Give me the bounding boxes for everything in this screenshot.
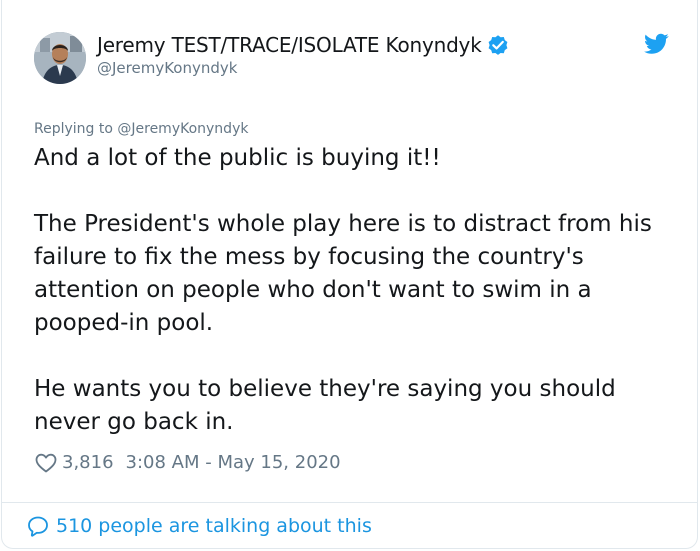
embedded-tweet-card: Jeremy TEST/TRACE/ISOLATE Konyndyk @Jere… — [1, 0, 698, 549]
tweet-meta-row: 3,816 3:08 AM - May 15, 2020 — [34, 450, 341, 476]
divider — [2, 502, 697, 503]
author-name-row[interactable]: Jeremy TEST/TRACE/ISOLATE Konyndyk — [97, 32, 510, 58]
replying-to-text[interactable]: Replying to @JeremyKonyndyk — [34, 119, 248, 139]
profile-photo-icon — [34, 32, 86, 84]
like-count[interactable]: 3,816 — [62, 450, 114, 476]
tweet-timestamp[interactable]: 3:08 AM - May 15, 2020 — [126, 450, 341, 476]
twitter-bird-icon[interactable] — [644, 33, 669, 55]
talking-about-text[interactable]: 510 people are talking about this — [56, 513, 372, 539]
display-name[interactable]: Jeremy TEST/TRACE/ISOLATE Konyndyk — [97, 32, 482, 58]
tweet-paragraph: The President's whole play here is to di… — [34, 211, 652, 336]
author-handle[interactable]: @JeremyKonyndyk — [97, 58, 237, 78]
tweet-paragraph: And a lot of the public is buying it!! — [34, 145, 441, 171]
tweet-paragraph: He wants you to believe they're saying y… — [34, 376, 616, 435]
verified-badge-icon — [488, 35, 507, 55]
speech-bubble-icon — [28, 516, 48, 537]
tweet-text: And a lot of the public is buying it!! T… — [34, 142, 674, 439]
heart-icon[interactable] — [34, 451, 58, 475]
conversation-link[interactable]: 510 people are talking about this — [26, 513, 372, 539]
avatar[interactable] — [34, 32, 86, 84]
